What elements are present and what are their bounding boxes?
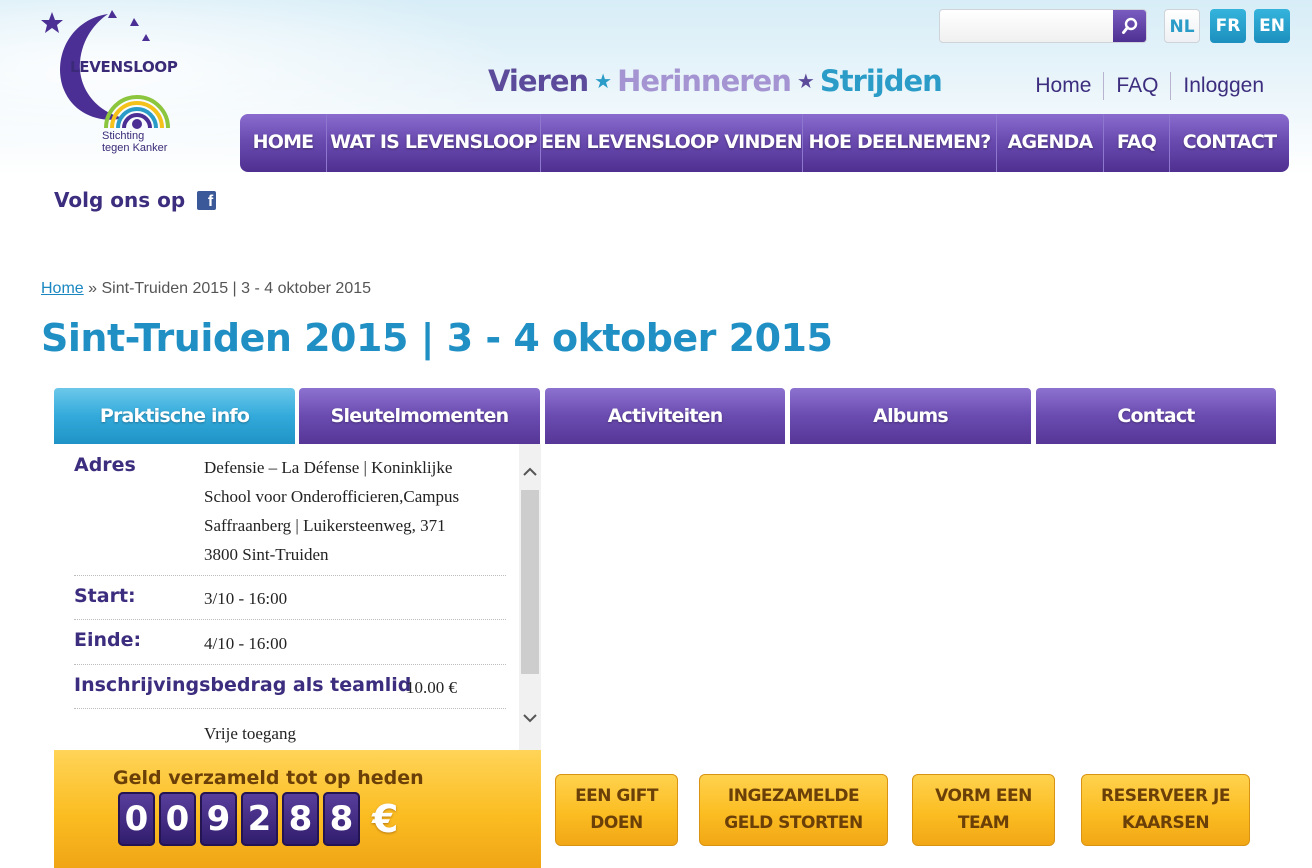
top-links: Home FAQ Inloggen bbox=[1023, 72, 1276, 100]
form-team-button[interactable]: VORM EEN TEAM bbox=[912, 774, 1055, 846]
logo-wordmark: LEVENSLOOP bbox=[70, 58, 178, 76]
tab-praktische-info[interactable]: Praktische info bbox=[54, 388, 295, 444]
deposit-funds-button-line1: INGEZAMELDE bbox=[727, 786, 860, 806]
funds-digit: 0 bbox=[159, 792, 196, 846]
donate-button-line1: EEN GIFT bbox=[575, 786, 658, 806]
funds-label: Geld verzameld tot op heden bbox=[113, 767, 424, 789]
info-panel: Adres Defensie – La Défense | Koninklijk… bbox=[54, 444, 541, 750]
main-navigation: HOME WAT IS LEVENSLOOP EEN LEVENSLOOP VI… bbox=[240, 114, 1289, 172]
tab-albums[interactable]: Albums bbox=[790, 388, 1031, 444]
end-value: 4/10 - 16:00 bbox=[204, 634, 288, 653]
top-link-home[interactable]: Home bbox=[1023, 72, 1103, 100]
address-line-4: 3800 Sint-Truiden bbox=[204, 545, 329, 564]
tagline: Vieren ★ Herinneren ★ Strijden bbox=[488, 64, 943, 98]
address-value: Defensie – La Défense | Koninklijke Scho… bbox=[204, 453, 459, 569]
start-label: Start: bbox=[74, 585, 136, 607]
social-follow: Volg ons op f bbox=[54, 188, 217, 212]
form-team-button-line1: VORM EEN bbox=[935, 786, 1032, 806]
scrollbar-thumb[interactable] bbox=[521, 490, 539, 674]
fee-value: 10.00 € bbox=[406, 678, 457, 697]
funds-digit: 9 bbox=[200, 792, 237, 846]
top-link-login[interactable]: Inloggen bbox=[1170, 72, 1276, 100]
reserve-candles-button-line1: RESERVEER JE bbox=[1101, 786, 1230, 806]
tab-sleutelmomenten[interactable]: Sleutelmomenten bbox=[299, 388, 540, 444]
language-fr[interactable]: FR bbox=[1210, 9, 1246, 43]
deposit-funds-button[interactable]: INGEZAMELDE GELD STORTEN bbox=[699, 774, 888, 846]
search-input[interactable] bbox=[940, 10, 1112, 42]
search-button[interactable] bbox=[1113, 10, 1146, 42]
info-row-end: Einde: 4/10 - 16:00 bbox=[74, 620, 506, 665]
info-row-fee: Inschrijvingsbedrag als teamlid 10.00 € bbox=[74, 665, 506, 709]
breadcrumb-home[interactable]: Home bbox=[41, 280, 84, 297]
breadcrumb: Home » Sint-Truiden 2015 | 3 - 4 oktober… bbox=[41, 280, 371, 298]
breadcrumb-current: Sint-Truiden 2015 | 3 - 4 oktober 2015 bbox=[101, 280, 372, 297]
social-label: Volg ons op bbox=[54, 188, 186, 212]
funds-digit: 0 bbox=[118, 792, 155, 846]
funds-digits: 0 0 9 2 8 8 € bbox=[118, 792, 398, 846]
info-row-start: Start: 3/10 - 16:00 bbox=[74, 576, 506, 620]
info-row-address: Adres Defensie – La Défense | Koninklijk… bbox=[74, 444, 506, 576]
rainbow-icon bbox=[104, 95, 170, 129]
levensloop-logo[interactable]: LEVENSLOOP Stichting tegen Kanker bbox=[38, 8, 198, 160]
euro-sign: € bbox=[372, 797, 399, 841]
search-box bbox=[939, 9, 1147, 43]
nav-agenda[interactable]: AGENDA bbox=[996, 114, 1103, 172]
nav-contact[interactable]: CONTACT bbox=[1169, 114, 1289, 172]
nav-een-levensloop-vinden[interactable]: EEN LEVENSLOOP VINDEN bbox=[540, 114, 803, 172]
start-value: 3/10 - 16:00 bbox=[204, 589, 288, 608]
chevron-up-icon[interactable] bbox=[522, 464, 538, 480]
logo-subtitle: Stichting tegen Kanker bbox=[102, 130, 167, 154]
funds-digit: 2 bbox=[241, 792, 278, 846]
language-nl[interactable]: NL bbox=[1164, 9, 1200, 43]
reserve-candles-button-line2: KAARSEN bbox=[1121, 813, 1210, 833]
fee-label: Inschrijvingsbedrag als teamlid bbox=[74, 674, 412, 696]
nav-faq[interactable]: FAQ bbox=[1103, 114, 1169, 172]
facebook-icon[interactable]: f bbox=[197, 190, 217, 210]
donate-button[interactable]: EEN GIFT DOEN bbox=[555, 774, 678, 846]
address-line-1: Defensie – La Défense | Koninklijke bbox=[204, 458, 453, 477]
chevron-down-icon[interactable] bbox=[522, 710, 538, 726]
info-row-extra: Vrije toegang bbox=[74, 709, 506, 750]
star-icon: ★ bbox=[594, 69, 612, 93]
logo-subtitle-line1: Stichting bbox=[102, 130, 145, 142]
star-icon: ★ bbox=[796, 69, 815, 93]
tab-activiteiten[interactable]: Activiteiten bbox=[545, 388, 785, 444]
page-title: Sint-Truiden 2015 | 3 - 4 oktober 2015 bbox=[41, 316, 833, 360]
deposit-funds-button-line2: GELD STORTEN bbox=[724, 813, 863, 833]
tagline-word-1: Vieren bbox=[488, 64, 589, 98]
info-scrollbar[interactable] bbox=[519, 444, 541, 750]
breadcrumb-separator: » bbox=[88, 280, 98, 297]
funds-digit: 8 bbox=[323, 792, 360, 846]
logo-subtitle-line2: tegen Kanker bbox=[102, 142, 168, 154]
end-label: Einde: bbox=[74, 629, 142, 651]
nav-wat-is-levensloop[interactable]: WAT IS LEVENSLOOP bbox=[326, 114, 540, 172]
top-link-faq[interactable]: FAQ bbox=[1103, 72, 1170, 100]
language-en[interactable]: EN bbox=[1254, 9, 1290, 43]
extra-value: Vrije toegang bbox=[204, 724, 296, 743]
funds-digit: 8 bbox=[282, 792, 319, 846]
tab-contact[interactable]: Contact bbox=[1036, 388, 1276, 444]
address-label: Adres bbox=[74, 454, 136, 476]
tagline-word-2: Herinneren bbox=[617, 64, 792, 98]
address-line-2: School voor Onderofficieren,Campus bbox=[204, 487, 460, 506]
search-icon bbox=[1121, 17, 1137, 34]
funds-counter: Geld verzameld tot op heden 0 0 9 2 8 8 … bbox=[54, 750, 541, 868]
address-line-3: Saffraanberg | Luikersteenweg, 371 bbox=[204, 516, 446, 535]
nav-hoe-deelnemen[interactable]: HOE DEELNEMEN? bbox=[802, 114, 996, 172]
reserve-candles-button[interactable]: RESERVEER JE KAARSEN bbox=[1081, 774, 1250, 846]
nav-home[interactable]: HOME bbox=[240, 114, 326, 172]
form-team-button-line2: TEAM bbox=[957, 813, 1010, 833]
donate-button-line2: DOEN bbox=[590, 813, 643, 833]
tagline-word-3: Strijden bbox=[819, 64, 943, 98]
